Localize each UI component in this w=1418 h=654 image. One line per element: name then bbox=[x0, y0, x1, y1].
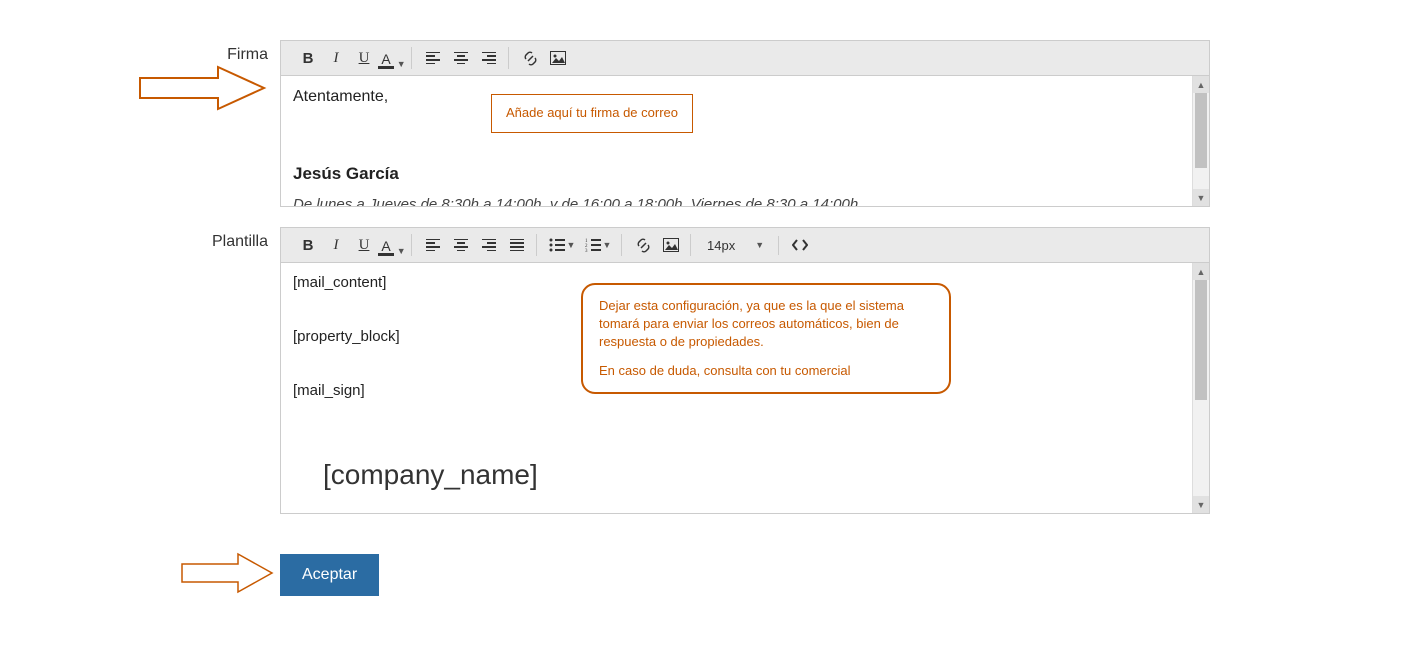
accept-button[interactable]: Aceptar bbox=[280, 554, 379, 596]
scroll-thumb[interactable] bbox=[1195, 280, 1207, 400]
text-color-button[interactable]: A▼ bbox=[379, 47, 405, 69]
signature-greeting: Atentamente, bbox=[293, 84, 1197, 110]
callout-template-p2: En caso de duda, consulta con tu comerci… bbox=[599, 362, 933, 380]
italic-button[interactable]: I bbox=[323, 234, 349, 256]
template-content-area[interactable]: [mail_content] [property_block] [mail_si… bbox=[281, 263, 1209, 513]
align-justify-button[interactable] bbox=[504, 234, 530, 256]
arrow-annotation-signature bbox=[138, 65, 268, 114]
callout-template-hint: Dejar esta configuración, ya que es la q… bbox=[581, 283, 951, 394]
underline-button[interactable]: U bbox=[351, 47, 377, 69]
link-button[interactable] bbox=[517, 47, 543, 69]
unordered-list-button[interactable]: ▼ bbox=[545, 234, 579, 256]
signature-name: Jesús García bbox=[293, 160, 1197, 187]
template-placeholder-company-name: [company_name] bbox=[293, 453, 1197, 498]
font-size-value: 14px bbox=[707, 238, 735, 253]
bold-button[interactable]: B bbox=[295, 47, 321, 69]
signature-editor: B I U A▼ bbox=[280, 40, 1210, 207]
template-row: Plantilla B I U A▼ bbox=[20, 227, 1398, 514]
underline-button[interactable]: U bbox=[351, 234, 377, 256]
callout-signature-hint: Añade aquí tu firma de correo bbox=[491, 94, 693, 133]
scroll-up-icon[interactable]: ▲ bbox=[1193, 263, 1209, 280]
button-row: Aceptar bbox=[20, 554, 1398, 596]
bold-button[interactable]: B bbox=[295, 234, 321, 256]
italic-button[interactable]: I bbox=[323, 47, 349, 69]
signature-content-area[interactable]: Atentamente, Jesús García De lunes a Jue… bbox=[281, 76, 1209, 206]
scroll-down-icon[interactable]: ▼ bbox=[1193, 189, 1209, 206]
template-toolbar: B I U A▼ bbox=[281, 228, 1209, 263]
signature-hours: De lunes a Jueves de 8:30h a 14:00h, y d… bbox=[293, 193, 1197, 206]
callout-template-p1: Dejar esta configuración, ya que es la q… bbox=[599, 297, 933, 352]
template-label: Plantilla bbox=[20, 227, 280, 251]
arrow-annotation-accept bbox=[180, 552, 276, 597]
scroll-up-icon[interactable]: ▲ bbox=[1193, 76, 1209, 93]
align-center-button[interactable] bbox=[448, 47, 474, 69]
font-size-select[interactable]: 14px ▼ bbox=[699, 236, 772, 255]
align-right-button[interactable] bbox=[476, 47, 502, 69]
scrollbar[interactable]: ▲ ▼ bbox=[1192, 76, 1209, 206]
scroll-down-icon[interactable]: ▼ bbox=[1193, 496, 1209, 513]
image-button[interactable] bbox=[658, 234, 684, 256]
template-editor: B I U A▼ bbox=[280, 227, 1210, 514]
svg-text:3: 3 bbox=[585, 249, 588, 252]
align-center-button[interactable] bbox=[448, 234, 474, 256]
ordered-list-button[interactable]: 123 ▼ bbox=[581, 234, 615, 256]
text-color-button[interactable]: A▼ bbox=[379, 234, 405, 256]
align-left-button[interactable] bbox=[420, 234, 446, 256]
signature-label: Firma bbox=[20, 40, 280, 64]
image-button[interactable] bbox=[545, 47, 571, 69]
align-right-button[interactable] bbox=[476, 234, 502, 256]
scrollbar[interactable]: ▲ ▼ bbox=[1192, 263, 1209, 513]
align-left-button[interactable] bbox=[420, 47, 446, 69]
link-button[interactable] bbox=[630, 234, 656, 256]
code-view-button[interactable] bbox=[787, 234, 813, 256]
scroll-thumb[interactable] bbox=[1195, 93, 1207, 168]
signature-toolbar: B I U A▼ bbox=[281, 41, 1209, 76]
signature-row: Firma B I U A▼ bbox=[20, 40, 1398, 207]
